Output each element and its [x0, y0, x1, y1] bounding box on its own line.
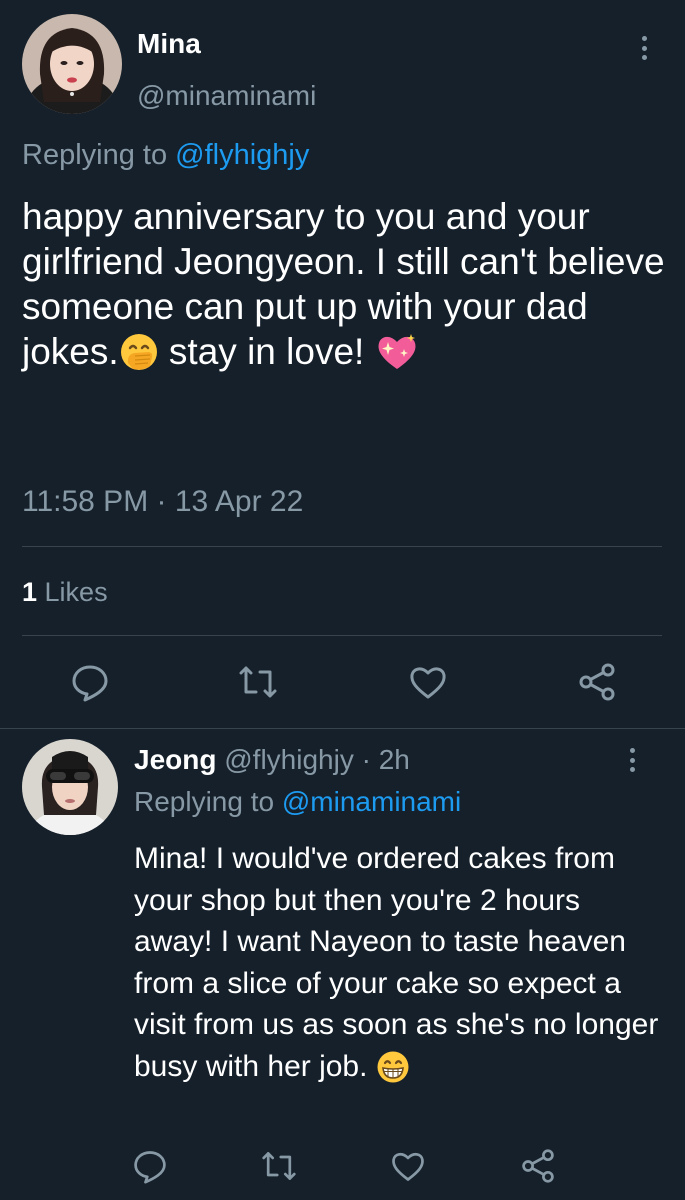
- replying-to-line: Replying to @minaminami: [134, 784, 461, 820]
- tweet-text-part-2: stay in love!: [158, 331, 375, 372]
- more-options-icon[interactable]: [627, 748, 637, 772]
- share-icon[interactable]: [577, 662, 617, 702]
- replying-to-link[interactable]: @minaminami: [282, 786, 461, 817]
- sparkling-heart-emoji: [375, 332, 419, 382]
- retweet-icon[interactable]: [238, 662, 278, 702]
- display-name[interactable]: Jeong: [134, 744, 216, 775]
- tweet-timestamp[interactable]: 11:58 PM · 13 Apr 22: [22, 484, 303, 520]
- replying-to-line: Replying to @flyhighjy: [22, 137, 309, 173]
- likes-number: 1: [22, 577, 38, 607]
- reply-time[interactable]: · 2h: [354, 744, 410, 775]
- user-handle[interactable]: @minaminami: [137, 80, 316, 112]
- user-handle[interactable]: @flyhighjy: [216, 744, 354, 775]
- reply-icon[interactable]: [132, 1148, 168, 1184]
- reply-header: Jeong @flyhighjy · 2h: [134, 742, 410, 778]
- reply-text: Mina! I would've ordered cakes from your…: [134, 838, 664, 1095]
- replying-to-link[interactable]: @flyhighjy: [175, 139, 309, 171]
- more-options-icon[interactable]: [639, 36, 649, 60]
- retweet-icon[interactable]: [261, 1148, 297, 1184]
- tweet-text: happy anniversary to you and your girlfr…: [22, 194, 672, 382]
- display-name[interactable]: Mina: [137, 28, 201, 60]
- reply-icon[interactable]: [70, 662, 110, 702]
- like-icon[interactable]: [408, 662, 448, 702]
- share-icon[interactable]: [520, 1148, 556, 1184]
- divider: [22, 546, 662, 547]
- replying-to-label: Replying to: [134, 786, 282, 817]
- likes-label: Likes: [37, 577, 108, 607]
- avatar-mina[interactable]: [22, 14, 122, 114]
- face-with-hand-over-mouth-emoji: [119, 332, 159, 382]
- avatar-jeong[interactable]: [22, 739, 118, 835]
- divider: [22, 635, 662, 636]
- like-icon[interactable]: [390, 1148, 426, 1184]
- grinning-face-with-smiling-eyes-emoji: [376, 1050, 410, 1096]
- likes-count[interactable]: 1 Likes: [22, 575, 108, 609]
- reply-text-body: Mina! I would've ordered cakes from your…: [134, 842, 659, 1083]
- divider: [0, 728, 685, 729]
- replying-to-label: Replying to: [22, 139, 176, 171]
